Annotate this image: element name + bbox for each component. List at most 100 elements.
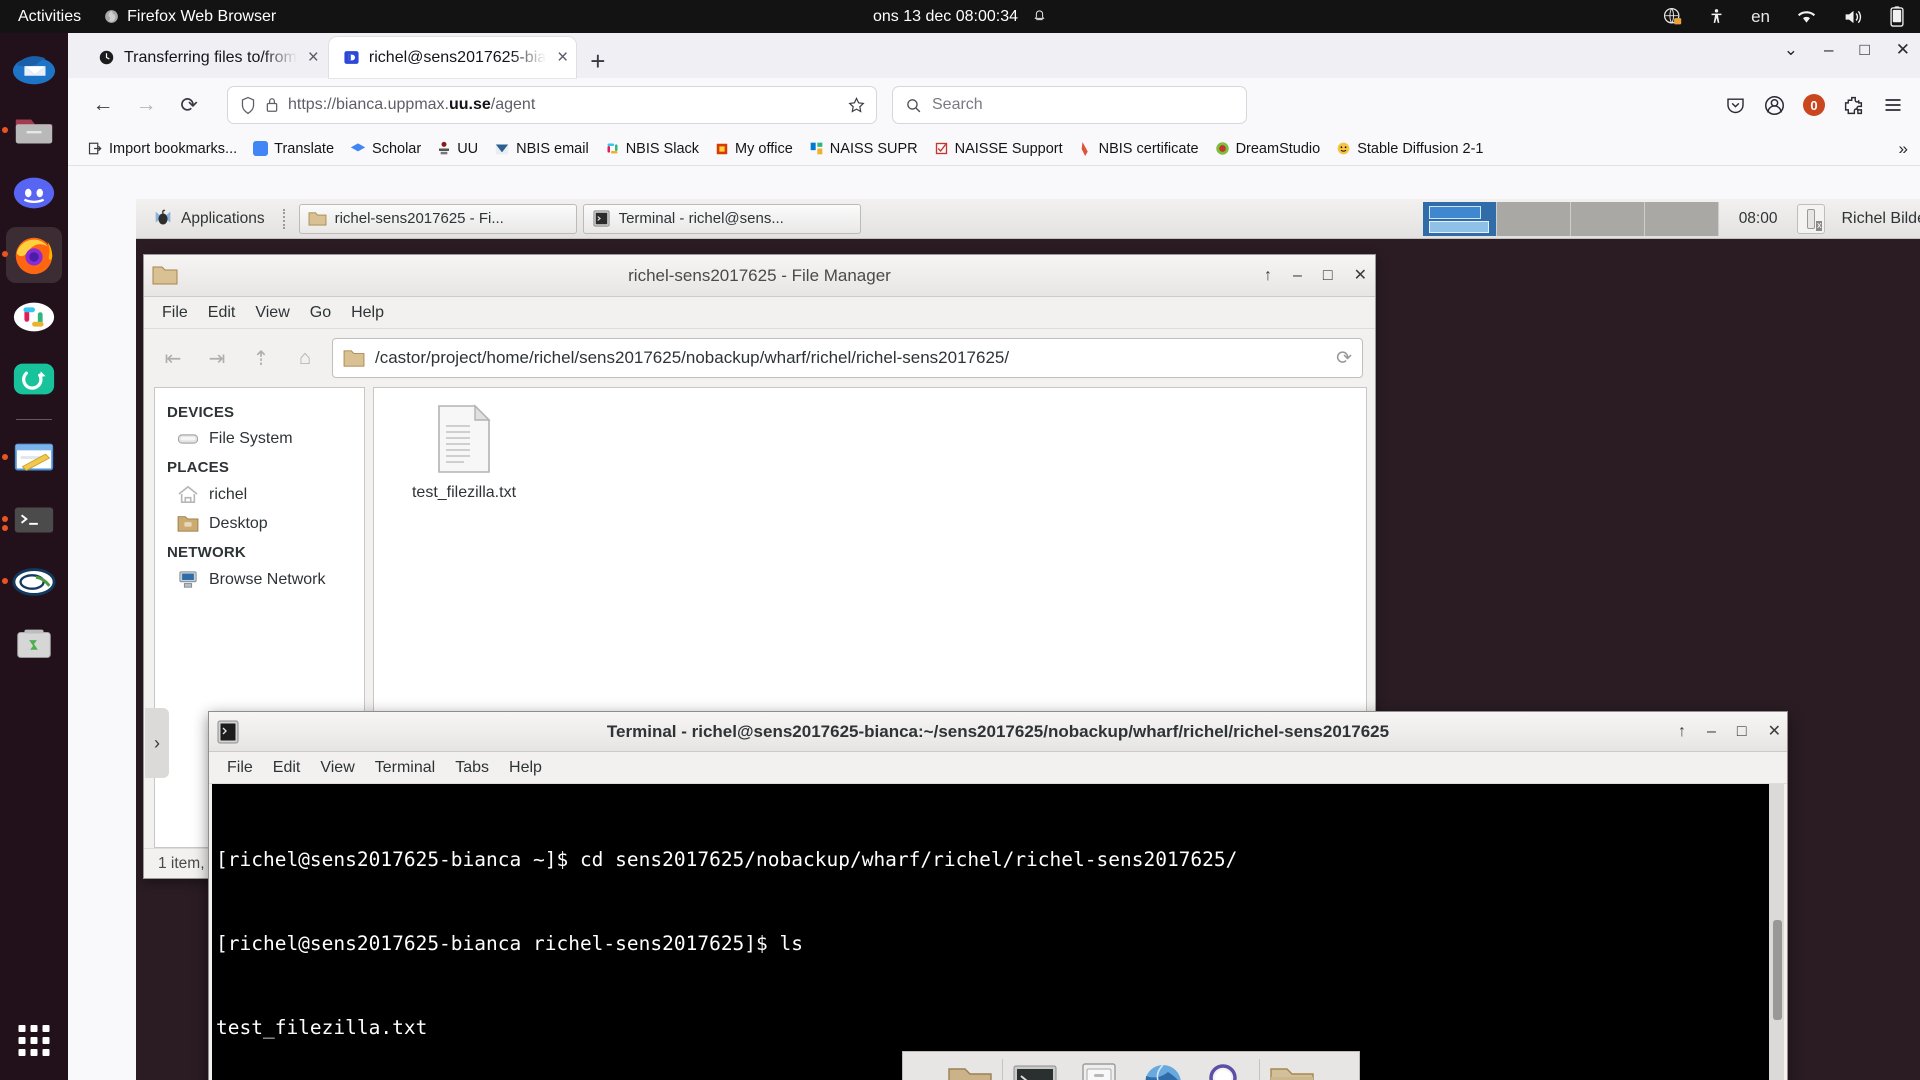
- menu-help[interactable]: Help: [501, 756, 550, 780]
- pocket-icon[interactable]: [1725, 95, 1746, 115]
- file-item-test-filezilla[interactable]: test_filezilla.txt: [394, 404, 534, 502]
- bookmark-import[interactable]: Import bookmarks...: [82, 138, 243, 160]
- star-icon[interactable]: [847, 96, 866, 115]
- terminal-titlebar[interactable]: Terminal - richel@sens2017625-bianca:~/s…: [209, 712, 1787, 752]
- bookmarks-overflow-button[interactable]: »: [1899, 139, 1912, 159]
- dock-item-thunderbird[interactable]: [6, 41, 62, 97]
- menu-edit[interactable]: Edit: [200, 301, 244, 325]
- bookmark-nbis-certificate[interactable]: NBIS certificate: [1073, 138, 1205, 160]
- sidebar-item-browse-network[interactable]: Browse Network: [155, 565, 364, 594]
- applications-menu-button[interactable]: Applications: [144, 208, 271, 230]
- bookmark-translate[interactable]: Translate: [247, 138, 340, 160]
- dock-item-desktop-folder[interactable]: [938, 1063, 1002, 1080]
- tab-transferring-files[interactable]: Transferring files to/from ×: [84, 37, 327, 78]
- workspace-2[interactable]: [1496, 201, 1571, 236]
- dock-item-mattermost[interactable]: [6, 351, 62, 407]
- bookmark-nbis-email[interactable]: NBIS email: [488, 138, 595, 160]
- back-button[interactable]: ←: [84, 86, 122, 124]
- dock-item-files[interactable]: [2, 103, 62, 159]
- reload-button[interactable]: ⟳: [170, 86, 208, 124]
- dock-item-file-manager[interactable]: [1067, 1062, 1131, 1080]
- menu-terminal[interactable]: Terminal: [367, 756, 443, 780]
- taskbar-item-file-manager[interactable]: richel-sens2017625 - Fi...: [298, 203, 577, 234]
- close-icon[interactable]: ×: [555, 48, 568, 67]
- shield-icon[interactable]: [240, 96, 256, 115]
- close-button[interactable]: ✕: [1768, 723, 1781, 740]
- minimize-button[interactable]: –: [1824, 41, 1833, 58]
- menu-edit[interactable]: Edit: [265, 756, 309, 780]
- menu-file[interactable]: File: [154, 301, 196, 325]
- workspace-3[interactable]: [1570, 201, 1645, 236]
- terminal-screen[interactable]: [richel@sens2017625-bianca ~]$ cd sens20…: [212, 784, 1784, 1080]
- tab-guacamole-session[interactable]: richel@sens2017625-bia ×: [328, 37, 577, 78]
- dock-item-web-browser[interactable]: [1131, 1062, 1195, 1080]
- taskbar-item-terminal[interactable]: Terminal - richel@sens...: [582, 203, 861, 234]
- file-manager-titlebar[interactable]: richel-sens2017625 - File Manager ↑ – □ …: [144, 255, 1375, 297]
- dock-item-slack[interactable]: [6, 289, 62, 345]
- close-button[interactable]: ✕: [1354, 267, 1367, 284]
- sidebar-item-file-system[interactable]: File System: [155, 425, 364, 453]
- shade-button[interactable]: ↑: [1678, 723, 1686, 740]
- bookmark-uu[interactable]: UU: [431, 138, 484, 160]
- dock-item-terminal[interactable]: [2, 492, 62, 548]
- ublock-icon[interactable]: 0: [1803, 94, 1825, 116]
- sidebar-item-richel[interactable]: richel: [155, 480, 364, 509]
- menu-help[interactable]: Help: [343, 301, 392, 325]
- extensions-icon[interactable]: [1843, 95, 1864, 116]
- workspace-1[interactable]: [1422, 201, 1497, 236]
- active-app-menu[interactable]: Firefox Web Browser: [93, 8, 286, 26]
- search-bar[interactable]: Search: [892, 86, 1247, 124]
- sidebar-collapse-handle[interactable]: ›: [145, 708, 169, 778]
- sidebar-item-desktop[interactable]: Desktop: [155, 509, 364, 538]
- terminal-scrollbar[interactable]: [1769, 784, 1784, 1080]
- up-icon[interactable]: ⇡: [244, 341, 278, 375]
- dock-item-terminal[interactable]: [1003, 1063, 1067, 1080]
- close-button[interactable]: ✕: [1896, 41, 1910, 58]
- dock-item-text-editor[interactable]: [2, 430, 62, 486]
- workspace-switcher[interactable]: [1422, 201, 1719, 236]
- menu-view[interactable]: View: [312, 756, 362, 780]
- home-icon[interactable]: ⌂: [288, 341, 322, 375]
- show-applications-button[interactable]: [18, 1025, 50, 1056]
- close-icon[interactable]: ×: [306, 48, 319, 67]
- bookmark-naisse-support[interactable]: NAISSE Support: [928, 138, 1069, 160]
- bookmark-my-office[interactable]: My office: [709, 138, 799, 160]
- bookmark-nbis-slack[interactable]: NBIS Slack: [599, 138, 705, 160]
- lock-icon[interactable]: [265, 96, 279, 114]
- maximize-button[interactable]: □: [1737, 723, 1747, 740]
- bookmark-scholar[interactable]: Scholar: [344, 138, 427, 160]
- panel-handle[interactable]: [282, 208, 287, 229]
- new-tab-button[interactable]: +: [578, 48, 617, 78]
- workspace-4[interactable]: [1644, 201, 1719, 236]
- dock-item-folder[interactable]: [1260, 1063, 1324, 1080]
- shade-button[interactable]: ↑: [1264, 267, 1272, 284]
- dock-item-clock-app[interactable]: [2, 554, 62, 610]
- remote-desktop-viewport[interactable]: Applications richel-sens2017625 - Fi...: [136, 199, 1920, 1080]
- menu-view[interactable]: View: [247, 301, 297, 325]
- system-status-area[interactable]: en: [1663, 6, 1904, 27]
- bookmark-stable-diffusion[interactable]: Stable Diffusion 2-1: [1330, 138, 1489, 160]
- maximize-button[interactable]: □: [1323, 267, 1333, 284]
- account-icon[interactable]: [1764, 95, 1785, 116]
- menu-icon[interactable]: [1882, 95, 1904, 115]
- dock-item-search[interactable]: [1195, 1062, 1259, 1080]
- dock-item-trash[interactable]: [6, 616, 62, 672]
- forward-button[interactable]: →: [127, 86, 165, 124]
- bookmark-naiss-supr[interactable]: NAISS SUPR: [803, 138, 924, 160]
- dock-item-discord[interactable]: [6, 165, 62, 221]
- menu-go[interactable]: Go: [302, 301, 339, 325]
- reload-icon[interactable]: ⟳: [1336, 347, 1352, 370]
- dock-item-firefox[interactable]: [2, 227, 62, 283]
- minimize-button[interactable]: –: [1293, 267, 1302, 284]
- panel-clock[interactable]: 08:00: [1725, 210, 1792, 228]
- back-icon[interactable]: ⇤: [156, 341, 190, 375]
- bookmark-dreamstudio[interactable]: DreamStudio: [1209, 138, 1327, 160]
- logout-icon[interactable]: x: [1797, 203, 1826, 234]
- tab-list-chevron-icon[interactable]: ⌄: [1784, 41, 1798, 58]
- clock-menu[interactable]: ons 13 dec 08:00:34: [873, 8, 1047, 26]
- url-bar[interactable]: https://bianca.uppmax.uu.se/agent: [227, 86, 877, 124]
- minimize-button[interactable]: –: [1707, 723, 1716, 740]
- menu-tabs[interactable]: Tabs: [447, 756, 497, 780]
- scrollbar-thumb[interactable]: [1773, 920, 1782, 1020]
- forward-icon[interactable]: ⇥: [200, 341, 234, 375]
